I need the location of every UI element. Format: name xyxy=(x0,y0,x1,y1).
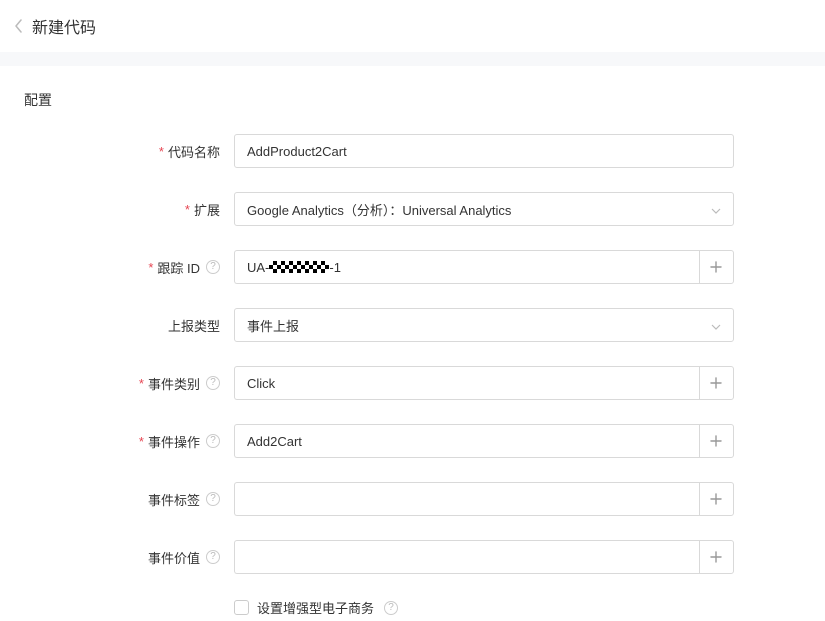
enhanced-ecommerce-label: 设置增强型电子商务 xyxy=(257,598,374,617)
extension-value: Google Analytics（分析）：Universal Analytics xyxy=(247,200,511,219)
event-category-plus-button[interactable] xyxy=(699,366,734,400)
tracking-id-suffix: -1 xyxy=(329,260,341,275)
tracking-id-input[interactable]: UA- -1 xyxy=(234,250,699,284)
tracking-id-prefix: UA- xyxy=(247,260,269,275)
row-report-type: 上报类型 事件上报 xyxy=(24,308,801,342)
event-label-input[interactable] xyxy=(234,482,699,516)
row-event-label: 事件标签 ? xyxy=(24,482,801,516)
help-icon[interactable]: ? xyxy=(206,376,220,390)
extension-select[interactable]: Google Analytics（分析）：Universal Analytics xyxy=(234,192,734,226)
page-title: 新建代码 xyxy=(32,14,96,38)
section-divider xyxy=(0,52,825,66)
event-category-input[interactable] xyxy=(234,366,699,400)
help-icon[interactable]: ? xyxy=(206,492,220,506)
label-text: 事件类别 xyxy=(148,374,200,393)
label-text: 代码名称 xyxy=(168,142,220,161)
label-event-label: 事件标签 ? xyxy=(24,490,234,509)
label-report-type: 上报类型 xyxy=(24,316,234,335)
help-icon[interactable]: ? xyxy=(384,601,398,615)
help-icon[interactable]: ? xyxy=(206,260,220,274)
label-text: 扩展 xyxy=(194,200,220,219)
config-section: 配置 * 代码名称 * 扩展 Google Analytics（分析）：Univ… xyxy=(0,66,825,617)
label-text: 上报类型 xyxy=(168,316,220,335)
row-code-name: * 代码名称 xyxy=(24,134,801,168)
help-icon[interactable]: ? xyxy=(206,434,220,448)
event-label-plus-button[interactable] xyxy=(699,482,734,516)
report-type-value: 事件上报 xyxy=(247,316,299,335)
label-event-action: * 事件操作 ? xyxy=(24,432,234,451)
row-event-value: 事件价值 ? xyxy=(24,540,801,574)
required-marker: * xyxy=(185,202,190,217)
required-marker: * xyxy=(148,260,153,275)
chevron-down-icon xyxy=(711,202,721,217)
label-text: 事件标签 xyxy=(148,490,200,509)
row-extension: * 扩展 Google Analytics（分析）：Universal Anal… xyxy=(24,192,801,226)
label-extension: * 扩展 xyxy=(24,200,234,219)
row-event-action: * 事件操作 ? xyxy=(24,424,801,458)
code-name-input[interactable] xyxy=(234,134,734,168)
tracking-id-plus-button[interactable] xyxy=(699,250,734,284)
report-type-select[interactable]: 事件上报 xyxy=(234,308,734,342)
label-text: 事件价值 xyxy=(148,548,200,567)
label-tracking-id: * 跟踪 ID ? xyxy=(24,258,234,277)
chevron-down-icon xyxy=(711,318,721,333)
label-code-name: * 代码名称 xyxy=(24,142,234,161)
event-action-plus-button[interactable] xyxy=(699,424,734,458)
label-event-category: * 事件类别 ? xyxy=(24,374,234,393)
row-tracking-id: * 跟踪 ID ? UA- -1 xyxy=(24,250,801,284)
label-event-value: 事件价值 ? xyxy=(24,548,234,567)
label-text: 跟踪 ID xyxy=(157,258,200,277)
back-chevron-icon[interactable] xyxy=(10,17,28,35)
enhanced-ecommerce-checkbox[interactable] xyxy=(234,600,249,615)
redacted-icon xyxy=(269,261,329,273)
label-text: 事件操作 xyxy=(148,432,200,451)
page-header: 新建代码 xyxy=(0,0,825,52)
required-marker: * xyxy=(139,434,144,449)
row-event-category: * 事件类别 ? xyxy=(24,366,801,400)
row-enhanced-ecommerce: 设置增强型电子商务 ? xyxy=(234,598,801,617)
help-icon[interactable]: ? xyxy=(206,550,220,564)
required-marker: * xyxy=(139,376,144,391)
event-action-input[interactable] xyxy=(234,424,699,458)
event-value-plus-button[interactable] xyxy=(699,540,734,574)
section-title: 配置 xyxy=(24,90,801,110)
required-marker: * xyxy=(159,144,164,159)
event-value-input[interactable] xyxy=(234,540,699,574)
